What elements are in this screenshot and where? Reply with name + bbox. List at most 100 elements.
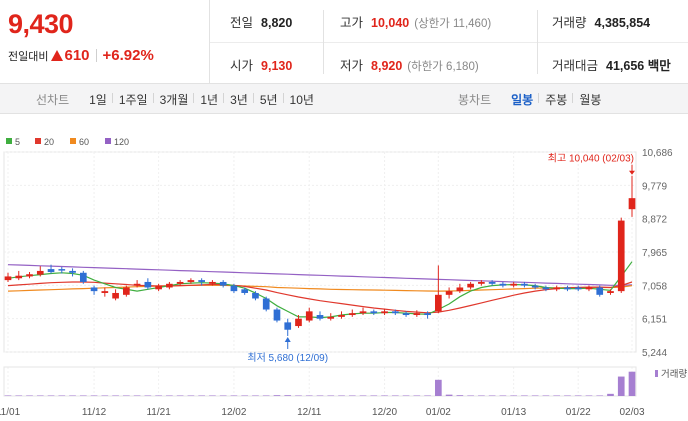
up-triangle-icon [51,49,64,61]
legend-label: 60 [79,137,89,147]
volume-bar [628,371,636,396]
volume-bar [26,395,33,396]
stat-upper-limit: (상한가 11,460) [414,18,492,30]
candle-body [166,283,173,288]
candle-body [123,287,130,295]
period-1w[interactable]: 1주일 [111,91,154,108]
candle-body [284,322,292,330]
x-tick-label: 01/02 [426,407,451,418]
candle-body [133,283,141,286]
x-tick-label: 12/20 [372,407,397,418]
volume-bar [230,395,238,396]
volume-bar [209,395,216,396]
volume-legend-swatch [655,370,658,377]
candle-body [381,311,388,314]
period-1d[interactable]: 1일 [83,91,113,108]
volume-bar [413,395,421,396]
volume-bar [155,395,162,396]
volume-bar [327,395,335,396]
chart-toolbar: 선차트 1일 1주일 3개월 1년 3년 5년 10년 봉차트 일봉 주봉 월봉 [0,84,688,114]
y-tick-label: 7,965 [642,248,667,259]
date-axis: 11/01 11/12 11/21 12/02 12/11 12/20 01/02 01/13… [0,407,645,418]
candle-weekly[interactable]: 주봉 [538,91,573,108]
volume-bar [295,395,302,396]
volume-bar [402,395,410,396]
candle-body [295,318,302,327]
candle-body [338,315,345,317]
chart-svg: 5 20 60 120 최고 10,040 (02/03) 최저 5,680 (12/0… [0,137,687,418]
volume-bar [252,395,259,396]
volume-bar [338,395,345,396]
volume-bar [574,395,582,396]
volume-bar [36,395,44,396]
volume-bar [585,395,593,396]
volume-bar [607,393,614,396]
volume-bar [58,395,66,396]
volume-bar [69,395,76,396]
ma5-line [7,261,633,319]
candle-daily[interactable]: 일봉 [505,91,539,108]
period-3y[interactable]: 3년 [223,91,254,108]
volume-bar [15,395,23,396]
legend-label: 120 [114,137,129,147]
stat-label: 고가 [340,16,364,30]
stat-label: 거래대금 [552,59,599,73]
candle-body [391,311,399,314]
row-divider [210,42,688,43]
volume-bar [262,395,270,396]
volume-bar [112,395,119,396]
chart-annotations: 최고 10,040 (02/03) 최저 5,680 (12/09) [247,153,635,364]
volume-bar [198,395,205,396]
period-3m[interactable]: 3개월 [152,91,195,108]
candle-body [370,311,378,314]
candle-body [488,281,496,284]
y-tick-label: 10,686 [642,148,673,159]
candle-body [478,281,485,284]
volume-bar [542,395,550,396]
col-divider [537,10,538,74]
volume-bar [596,395,604,396]
legend-swatch [35,138,41,144]
down-arrow-icon [629,170,635,175]
volume-bar [370,395,378,396]
change-percent: +6.92% [102,47,154,64]
candle-body [15,275,23,279]
period-5y[interactable]: 5년 [252,91,284,108]
volume-bar [316,395,324,396]
stat-trade-value: 거래대금 41,656 백만 [552,55,671,74]
candle-body [305,311,313,321]
period-1y[interactable]: 1년 [193,91,224,108]
candle-monthly[interactable]: 월봉 [572,91,607,108]
x-tick-label: 01/22 [566,407,591,418]
candle-body [36,270,44,275]
y-tick-label: 5,244 [642,348,667,359]
volume-bar [510,395,517,396]
candle-body [26,274,33,277]
candle-body [607,291,614,293]
candle-body [209,281,216,284]
chart-legend: 5 20 60 120 [6,137,129,147]
legend-swatch [6,138,12,144]
candle-body [445,291,453,295]
x-tick-label: 12/02 [221,407,246,418]
volume-bar [478,395,485,396]
candle-body [521,283,528,286]
volume-bar [435,379,442,396]
change-value: 610 [64,47,90,64]
volume-label: 거래량 [661,368,687,380]
candle-body [58,269,66,271]
volume-bar [424,395,431,396]
stat-open: 시가 9,130 [230,55,292,74]
candle-body [435,294,442,312]
volume-bar [391,395,399,396]
candle-body [359,311,367,314]
stat-label: 시가 [230,59,254,73]
period-10y[interactable]: 10년 [282,91,320,108]
candle-body [47,269,55,273]
volume-bar [617,376,625,396]
volume-panel-frame [3,366,637,397]
candle-body [327,316,335,319]
candle-body [79,272,87,282]
candle-body [585,287,593,290]
candle-body [273,309,281,321]
